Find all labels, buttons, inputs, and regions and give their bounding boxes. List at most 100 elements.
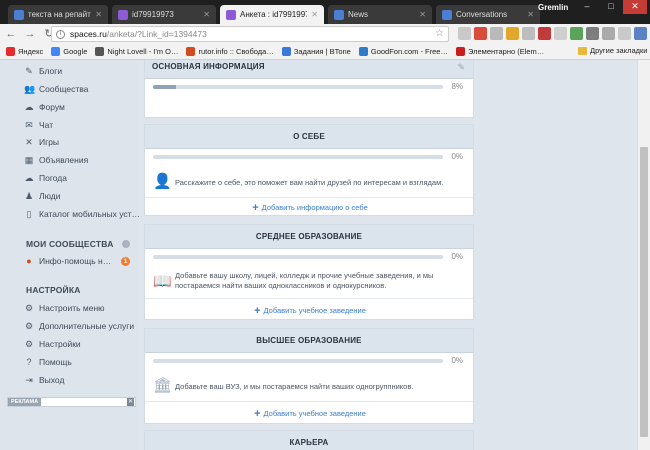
plus-icon: +: [252, 202, 259, 214]
ad-banner[interactable]: РЕКЛАМА ✕: [7, 397, 136, 407]
sidebar-item-settings[interactable]: ⚙ Настройки: [24, 339, 81, 349]
close-icon[interactable]: ✕: [419, 10, 426, 19]
add-about-button[interactable]: + Добавить информацию о себе: [145, 202, 475, 214]
sidebar-item-label: Выход: [39, 375, 65, 385]
my-communities-title: МОИ СООБЩЕСТВА: [26, 239, 114, 249]
sidebar-item-label: Настройки: [39, 339, 81, 349]
card-higher-education: ВЫСШЕЕ ОБРАЗОВАНИЕ 0% 🏛 Добавьте ваш ВУЗ…: [144, 328, 474, 424]
tab-title: текста на репайт №6: [28, 10, 91, 19]
sidebar-item-logout[interactable]: ⇥ Выход: [24, 375, 64, 385]
extension-icon[interactable]: [586, 27, 599, 40]
scrollbar-thumb[interactable]: [640, 147, 648, 437]
card-career: КАРЬЕРА: [144, 430, 474, 450]
bookmark-item[interactable]: GoodFon.com - Free…: [358, 47, 448, 56]
sidebar: ✎ Блоги 👥 Сообщества ☁ Форум ✉ Чат ✕ Игры ▦ Об…: [0, 60, 141, 450]
sidebar-item-chat[interactable]: ✉ Чат: [24, 120, 53, 130]
maximize-icon[interactable]: □: [599, 0, 623, 14]
bookmark-item[interactable]: Элементарно (Elem…: [455, 47, 544, 56]
sidebar-item-forum[interactable]: ☁ Форум: [24, 102, 65, 112]
extension-icon[interactable]: [570, 27, 583, 40]
profile-name[interactable]: Gremlin: [538, 3, 568, 12]
sidebar-item-label: Люди: [39, 191, 61, 201]
sidebar-item-catalog[interactable]: ▯ Каталог мобильных уст…: [24, 209, 141, 219]
extension-icon[interactable]: [538, 27, 551, 40]
plus-icon: +: [254, 408, 261, 420]
sidebar-item-extra-services[interactable]: ⚙ Дополнительные услуги: [24, 321, 134, 331]
star-icon[interactable]: ☆: [435, 28, 444, 39]
close-window-icon[interactable]: ✕: [623, 0, 647, 14]
extension-icon[interactable]: [634, 27, 647, 40]
bookmark-item[interactable]: rutor.info :: Свобода…: [186, 47, 274, 56]
progress-percent: 8%: [451, 82, 463, 91]
extension-icon[interactable]: [506, 27, 519, 40]
minimize-icon[interactable]: –: [575, 0, 599, 14]
browser-toolbar: ← → ↻ i spaces.ru/anketa/?Link_id=139447…: [0, 24, 650, 44]
tab-1[interactable]: текста на репайт №6 ✕: [8, 5, 108, 24]
community-item[interactable]: ● Инфо-помощь н…: [24, 256, 111, 266]
sidebar-item-label: Объявления: [39, 155, 89, 165]
close-icon[interactable]: ✕: [203, 10, 210, 19]
tab-5[interactable]: Conversations ✕: [436, 5, 540, 24]
progress-bar: [153, 155, 443, 159]
extension-icon[interactable]: [474, 27, 487, 40]
sidebar-item-weather[interactable]: ☁ Погода: [24, 173, 67, 183]
gear-icon[interactable]: [122, 240, 130, 248]
sidebar-item-ads[interactable]: ▦ Объявления: [24, 155, 88, 165]
pencil-icon[interactable]: ✎: [457, 62, 465, 73]
chat-icon: ✉: [25, 120, 33, 130]
info-icon[interactable]: i: [56, 29, 65, 39]
progress-percent: 0%: [451, 356, 463, 365]
add-university-button[interactable]: + Добавить учебное заведение: [145, 408, 475, 420]
extension-icon[interactable]: [602, 27, 615, 40]
extension-icon[interactable]: [554, 27, 567, 40]
forward-icon[interactable]: →: [22, 26, 38, 42]
extension-icon[interactable]: [490, 27, 503, 40]
card-about: О СЕБЕ 0% 👤 Расскажите о себе, это помож…: [144, 124, 474, 216]
sidebar-item-help[interactable]: ? Помощь: [24, 357, 72, 367]
sidebar-item-customize-menu[interactable]: ⚙ Настроить меню: [24, 303, 105, 313]
tab-2[interactable]: id79919973 ✕: [112, 5, 216, 24]
extension-icon[interactable]: [618, 27, 631, 40]
extensions: [458, 27, 650, 40]
vk-favicon-icon: [442, 9, 452, 20]
progress-percent: 0%: [451, 152, 463, 161]
browser-window: текста на репайт №6 ✕ id79919973 ✕ Анкет…: [0, 0, 650, 450]
url-host: spaces.ru: [70, 29, 107, 39]
page-scrollbar[interactable]: [637, 60, 650, 450]
notification-badge: 1: [121, 257, 130, 266]
back-icon[interactable]: ←: [3, 26, 19, 42]
bookmark-label: Night Lovell - I'm O…: [107, 47, 179, 56]
bookmarks-bar: Яндекс Google Night Lovell - I'm O… ruto…: [0, 44, 650, 60]
sidebar-item-games[interactable]: ✕ Игры: [24, 137, 59, 147]
other-bookmarks[interactable]: Другие закладки: [578, 46, 647, 55]
tab-4[interactable]: News ✕: [328, 5, 432, 24]
forum-icon: ☁: [24, 102, 34, 112]
google-icon: [51, 47, 61, 56]
close-icon[interactable]: ✕: [95, 10, 102, 19]
bookmark-item[interactable]: Night Lovell - I'm O…: [95, 47, 178, 56]
bookmark-item[interactable]: Google: [51, 47, 87, 56]
extension-icon[interactable]: [522, 27, 535, 40]
sidebar-item-label: Помощь: [39, 357, 72, 367]
add-school-button[interactable]: + Добавить учебное заведение: [145, 305, 475, 317]
close-icon[interactable]: ✕: [527, 10, 534, 19]
bookmark-item[interactable]: Задания | BTone: [281, 47, 351, 56]
book-icon: 📖: [153, 273, 172, 290]
help-icon: ?: [26, 357, 32, 367]
progress-fill: [153, 85, 177, 89]
bookmark-item[interactable]: Яндекс: [6, 47, 43, 56]
tab-3-active[interactable]: Анкета : id79919973 ✕: [220, 5, 324, 24]
close-icon[interactable]: ✕: [127, 398, 134, 406]
sidebar-item-blogs[interactable]: ✎ Блоги: [24, 66, 62, 76]
extension-icon[interactable]: [458, 27, 471, 40]
spaces-favicon-icon: [118, 9, 128, 20]
sidebar-item-people[interactable]: ♟ Люди: [24, 191, 61, 201]
sidebar-item-communities[interactable]: 👥 Сообщества: [24, 84, 88, 94]
progress-bar: [153, 359, 443, 363]
add-about-label: Добавить информацию о себе: [261, 203, 368, 212]
url-path: /anketa/?Link_id=1394473: [106, 29, 207, 39]
other-bookmarks-label: Другие закладки: [590, 46, 648, 55]
progress-bar: [153, 85, 443, 89]
address-bar[interactable]: i spaces.ru/anketa/?Link_id=1394473 ☆: [51, 26, 449, 42]
close-icon[interactable]: ✕: [311, 10, 318, 19]
